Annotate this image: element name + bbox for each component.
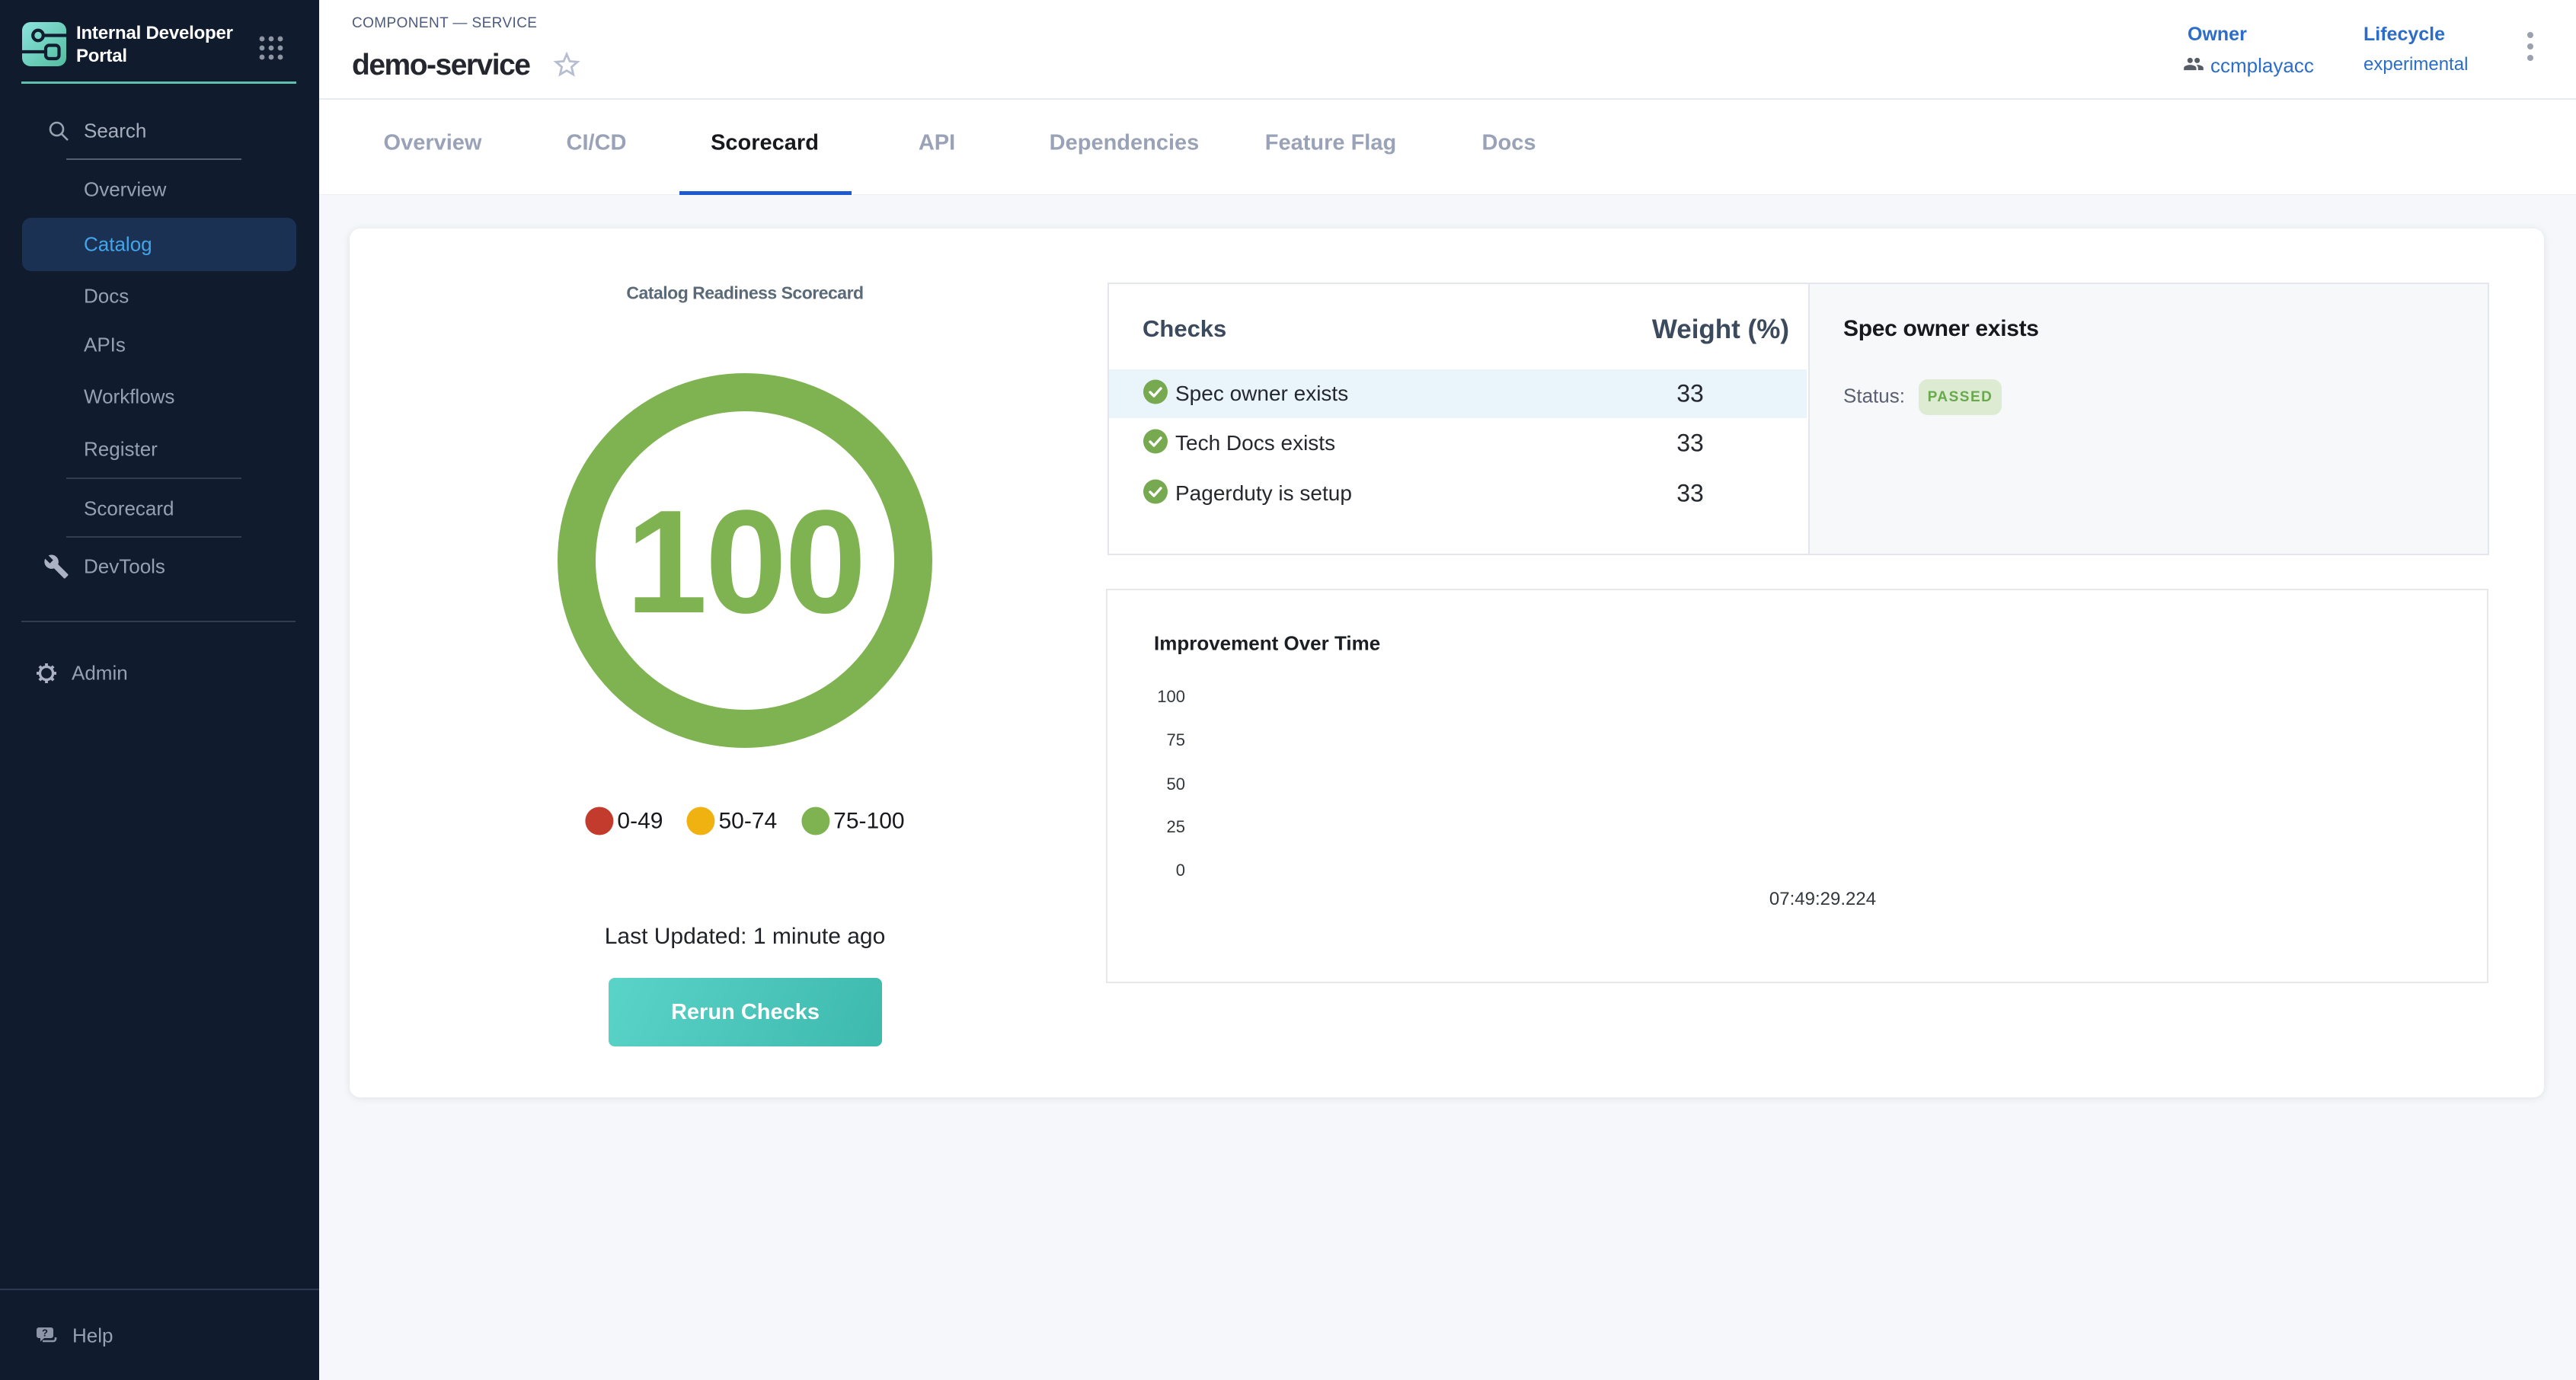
svg-text:?: ? [42, 1327, 48, 1339]
